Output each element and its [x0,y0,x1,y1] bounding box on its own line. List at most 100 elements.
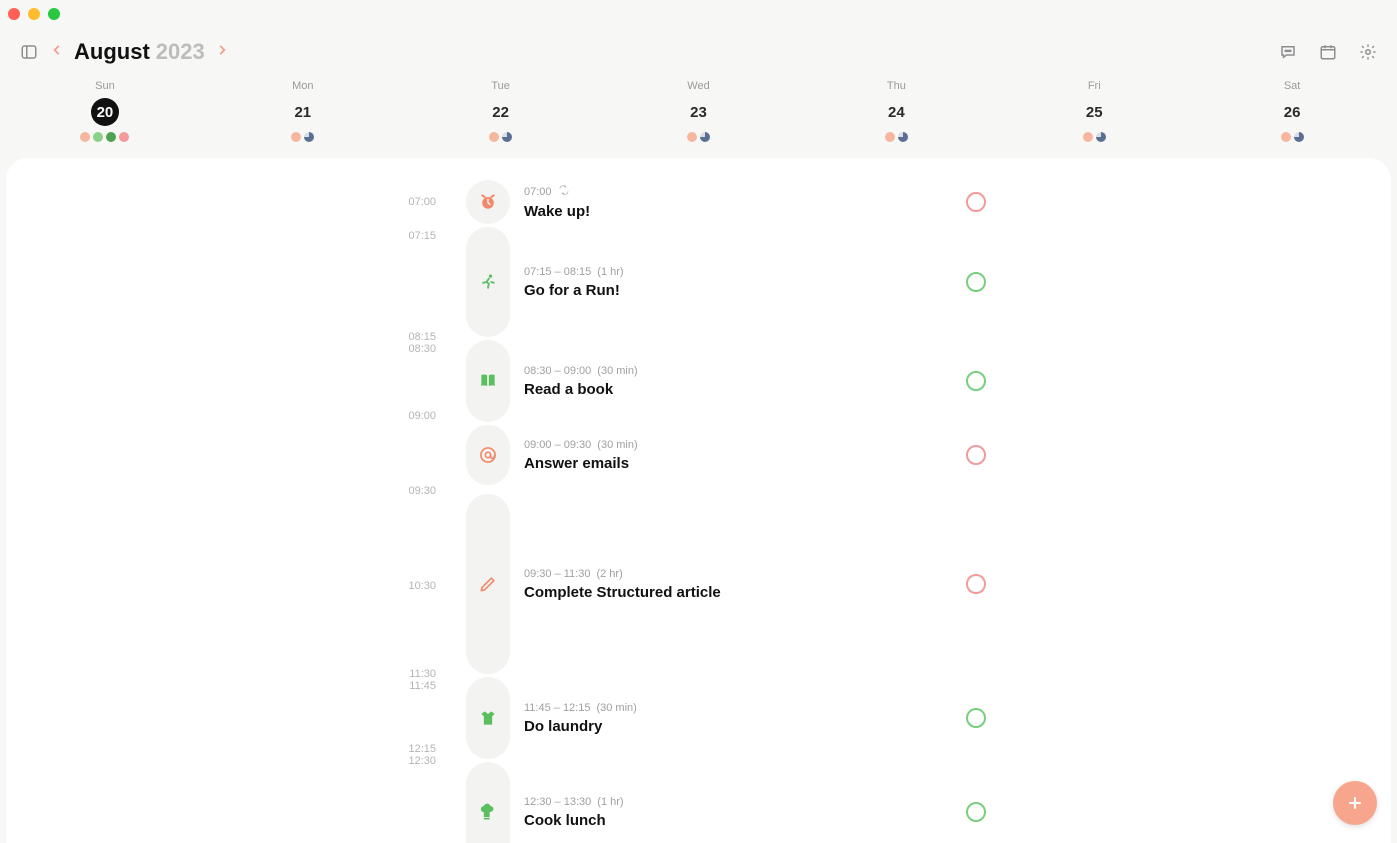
event-time-text: 11:45 – 12:15 [524,702,590,714]
event-time-text: 08:30 – 09:00 [524,365,591,377]
day-number: 20 [91,98,119,126]
time-label: 11:30 [409,668,436,680]
day-wed[interactable]: Wed23 [600,76,798,146]
event-duration: (30 min) [597,439,637,451]
gear-icon [1359,43,1377,61]
month-label: August [74,39,150,65]
topbar-right [1277,41,1379,63]
calendar-button[interactable] [1317,41,1339,63]
event-article[interactable]: 09:30 – 11:30 (2 hr)Complete Structured … [466,494,996,674]
complete-toggle[interactable] [966,371,986,391]
day-thu[interactable]: Thu 24 [797,76,995,146]
event-body: 08:30 – 09:00 (30 min)Read a book [524,340,638,422]
day-of-week-label: Thu [887,80,906,92]
topbar-left: August 2023 [18,39,229,65]
indicator-dot [1083,132,1093,142]
time-gutter: 07:0007:1508:1508:3009:0009:3010:3011:30… [6,180,454,843]
day-sun[interactable]: Sun 20 [6,76,204,146]
event-duration: (1 hr) [597,796,623,808]
event-laundry[interactable]: 11:45 – 12:15 (30 min)Do laundry [466,677,996,759]
sidebar-toggle-button[interactable] [18,41,40,63]
complete-toggle[interactable] [966,272,986,292]
day-of-week-label: Sun [95,80,115,92]
close-window[interactable] [8,8,20,20]
complete-toggle[interactable] [966,445,986,465]
event-time-text: 07:15 – 08:15 [524,266,591,278]
pencil-icon [478,574,498,594]
day-number: 25 [1080,98,1108,126]
event-duration: (30 min) [597,365,637,377]
day-indicator-dots [1281,132,1304,142]
day-indicator-dots [1083,132,1106,142]
month-title[interactable]: August 2023 [74,39,205,65]
day-sat[interactable]: Sat26 [1193,76,1391,146]
day-number: 23 [685,98,713,126]
event-icon-track [466,227,510,337]
next-month-button[interactable] [215,43,229,62]
event-title: Go for a Run! [524,282,624,299]
event-duration: (2 hr) [596,568,622,580]
time-label: 10:30 [408,580,436,592]
event-duration: (1 hr) [597,266,623,278]
event-time-text: 09:00 – 09:30 [524,439,591,451]
day-indicator-dots [80,132,129,142]
maximize-window[interactable] [48,8,60,20]
complete-toggle[interactable] [966,192,986,212]
indicator-dot [489,132,499,142]
event-cook[interactable]: 12:30 – 13:30 (1 hr)Cook lunch [466,762,996,843]
event-time-row: 08:30 – 09:00 (30 min) [524,365,638,377]
event-time-text: 12:30 – 13:30 [524,796,591,808]
event-time-text: 07:00 [524,186,552,198]
event-time-text: 09:30 – 11:30 [524,568,590,580]
day-indicator-dots [489,132,512,142]
event-read[interactable]: 08:30 – 09:00 (30 min)Read a book [466,340,996,422]
event-body: 09:00 – 09:30 (30 min) Answer emails [524,425,638,485]
indicator-dot [106,132,116,142]
time-label: 07:15 [408,230,436,242]
events-column: 07:00 Wake up! 07:15 – 08:15 (1 hr) Go for … [466,180,996,843]
event-body: 07:00 Wake up! [524,180,590,224]
settings-button[interactable] [1357,41,1379,63]
complete-toggle[interactable] [966,802,986,822]
day-mon[interactable]: Mon21 [204,76,402,146]
indicator-dot [1096,132,1106,142]
chat-button[interactable] [1277,41,1299,63]
indicator-dot [898,132,908,142]
day-tue[interactable]: Tue22 [402,76,600,146]
indicator-dot [1281,132,1291,142]
event-icon-track [466,425,510,485]
event-icon-track [466,494,510,674]
minimize-window[interactable] [28,8,40,20]
complete-toggle[interactable] [966,574,986,594]
event-run[interactable]: 07:15 – 08:15 (1 hr) Go for a Run! [466,227,996,337]
time-label: 08:30 [408,343,436,355]
day-number: 24 [882,98,910,126]
day-indicator-dots [687,132,710,142]
time-label: 08:15 [408,331,436,343]
complete-toggle[interactable] [966,708,986,728]
event-duration: (30 min) [596,702,636,714]
event-time-row: 07:15 – 08:15 (1 hr) [524,266,624,278]
event-icon-track [466,180,510,224]
year-label: 2023 [156,39,205,65]
event-wakeup[interactable]: 07:00 Wake up! [466,180,996,224]
day-of-week-label: Mon [292,80,313,92]
plus-icon [1345,793,1365,813]
indicator-dot [700,132,710,142]
event-time-row: 11:45 – 12:15 (30 min) [524,702,637,714]
chef-hat-icon [478,802,498,822]
add-event-button[interactable] [1333,781,1377,825]
day-fri[interactable]: Fri25 [995,76,1193,146]
day-content: 07:0007:1508:1508:3009:0009:3010:3011:30… [6,158,1391,843]
event-emails[interactable]: 09:00 – 09:30 (30 min) Answer emails [466,425,996,485]
prev-month-button[interactable] [50,43,64,62]
day-indicator-dots [885,132,908,142]
repeat-icon [558,184,570,199]
running-icon [478,272,498,292]
sidebar-toggle-icon [20,43,38,61]
event-body: 09:30 – 11:30 (2 hr)Complete Structured … [524,494,721,674]
event-title: Answer emails [524,455,638,472]
at-sign-icon [478,445,498,465]
chat-icon [1279,43,1297,61]
event-title: Wake up! [524,203,590,220]
